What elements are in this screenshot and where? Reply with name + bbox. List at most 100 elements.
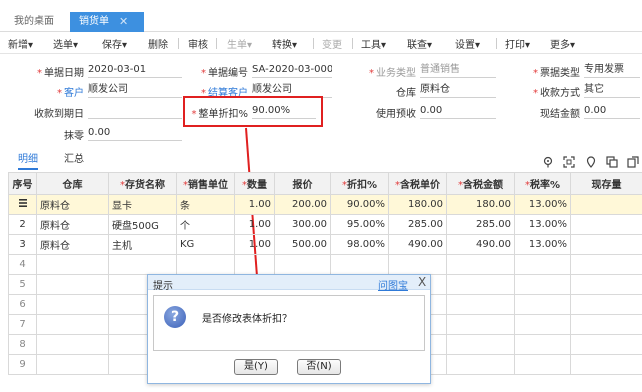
row-no-cell[interactable]: 7 bbox=[8, 314, 37, 335]
cell-stock[interactable] bbox=[570, 234, 642, 255]
cell-stock[interactable] bbox=[570, 194, 642, 215]
cell-qty[interactable]: 1.00 bbox=[234, 214, 275, 235]
cell-discount[interactable]: 98.00% bbox=[330, 234, 389, 255]
col-header-item[interactable]: *存货名称 bbox=[108, 172, 177, 195]
row-no-cell[interactable]: 6 bbox=[8, 294, 37, 315]
col-header-price[interactable]: 报价 bbox=[274, 172, 331, 195]
cell-item[interactable]: 主机 bbox=[108, 234, 177, 255]
table-row[interactable]: 2 原料仓 硬盘500G 个 1.00 300.00 95.00% 285.00… bbox=[8, 214, 642, 235]
empty-cell[interactable] bbox=[388, 254, 447, 275]
cell-price[interactable]: 300.00 bbox=[274, 214, 331, 235]
cell-stock[interactable] bbox=[570, 214, 642, 235]
cell-item[interactable]: 硬盘500G bbox=[108, 214, 177, 235]
empty-cell[interactable] bbox=[514, 274, 571, 295]
cell-tax-amount[interactable]: 180.00 bbox=[446, 194, 515, 215]
empty-cell[interactable] bbox=[446, 254, 515, 275]
row-no-cell[interactable]: 2 bbox=[8, 214, 37, 235]
empty-cell[interactable] bbox=[108, 254, 177, 275]
empty-cell[interactable] bbox=[36, 354, 109, 375]
empty-cell[interactable] bbox=[514, 354, 571, 375]
no-button[interactable]: 否(N) bbox=[297, 359, 341, 375]
tab-summary[interactable]: 汇总 bbox=[64, 150, 84, 165]
cell-unit[interactable]: 条 bbox=[176, 194, 235, 215]
empty-cell[interactable] bbox=[514, 254, 571, 275]
cell-price[interactable]: 200.00 bbox=[274, 194, 331, 215]
cell-warehouse[interactable]: 原料仓 bbox=[36, 194, 109, 215]
row-no-cell[interactable] bbox=[8, 194, 37, 215]
empty-cell[interactable] bbox=[36, 314, 109, 335]
row-no-cell[interactable]: 5 bbox=[8, 274, 37, 295]
empty-cell[interactable] bbox=[234, 254, 275, 275]
confirm-dialog: 提示 问图宝 X ? 是否修改表体折扣？ 是(Y) 否(N) bbox=[147, 274, 431, 384]
table-row[interactable]: 3 原料仓 主机 KG 1.00 500.00 98.00% 490.00 49… bbox=[8, 234, 642, 255]
cell-price[interactable]: 500.00 bbox=[274, 234, 331, 255]
row-no-cell[interactable]: 8 bbox=[8, 334, 37, 355]
col-header-discount[interactable]: *折扣% bbox=[330, 172, 389, 195]
empty-cell[interactable] bbox=[570, 294, 642, 315]
empty-cell[interactable] bbox=[36, 254, 109, 275]
dialog-titlebar[interactable]: 提示 问图宝 X bbox=[148, 275, 430, 292]
empty-cell[interactable] bbox=[570, 314, 642, 335]
empty-cell[interactable] bbox=[446, 354, 515, 375]
cell-unit[interactable]: 个 bbox=[176, 214, 235, 235]
empty-cell[interactable] bbox=[176, 254, 235, 275]
empty-cell[interactable] bbox=[330, 254, 389, 275]
empty-cell[interactable] bbox=[446, 274, 515, 295]
row-no-cell[interactable]: 3 bbox=[8, 234, 37, 255]
cell-unit[interactable]: KG bbox=[176, 234, 235, 255]
cell-discount[interactable]: 90.00% bbox=[330, 194, 389, 215]
col-header-unit[interactable]: *销售单位 bbox=[176, 172, 235, 195]
col-header-qty[interactable]: *数量 bbox=[234, 172, 275, 195]
cell-tax-rate[interactable]: 13.00% bbox=[514, 234, 571, 255]
dialog-message: 是否修改表体折扣？ bbox=[202, 314, 292, 325]
cell-item[interactable]: 显卡 bbox=[108, 194, 177, 215]
table-row[interactable]: 原料仓 显卡 条 1.00 200.00 90.00% 180.00 180.0… bbox=[8, 194, 642, 215]
empty-cell[interactable] bbox=[514, 334, 571, 355]
pin-icon[interactable] bbox=[585, 156, 597, 168]
tab-detail[interactable]: 明细 bbox=[18, 150, 38, 170]
cell-tax-rate[interactable]: 13.00% bbox=[514, 214, 571, 235]
scan-icon[interactable] bbox=[563, 156, 575, 168]
cell-tax-amount[interactable]: 285.00 bbox=[446, 214, 515, 235]
copy-rows-icon[interactable] bbox=[606, 156, 618, 168]
cell-tax-rate[interactable]: 13.00% bbox=[514, 194, 571, 215]
empty-cell[interactable] bbox=[36, 334, 109, 355]
cell-discount[interactable]: 95.00% bbox=[330, 214, 389, 235]
yes-button[interactable]: 是(Y) bbox=[234, 359, 278, 375]
row-no-cell[interactable]: 4 bbox=[8, 254, 37, 275]
empty-cell[interactable] bbox=[36, 294, 109, 315]
empty-cell[interactable] bbox=[514, 294, 571, 315]
close-icon[interactable]: X bbox=[418, 275, 426, 289]
table-row[interactable]: 4 bbox=[8, 254, 642, 275]
cell-tax-price[interactable]: 490.00 bbox=[388, 234, 447, 255]
location-icon[interactable] bbox=[542, 156, 554, 168]
empty-cell[interactable] bbox=[36, 274, 109, 295]
col-header-tax-amount[interactable]: *含税金额 bbox=[446, 172, 515, 195]
empty-cell[interactable] bbox=[446, 314, 515, 335]
question-icon: ? bbox=[164, 306, 186, 328]
empty-cell[interactable] bbox=[570, 254, 642, 275]
cell-tax-price[interactable]: 180.00 bbox=[388, 194, 447, 215]
insert-rows-icon[interactable] bbox=[627, 156, 639, 168]
col-header-no[interactable]: 序号 bbox=[8, 172, 37, 195]
empty-cell[interactable] bbox=[446, 294, 515, 315]
col-header-tax-price[interactable]: *含税单价 bbox=[388, 172, 447, 195]
dialog-help-link[interactable]: 问图宝 bbox=[378, 277, 408, 292]
cell-tax-amount[interactable]: 490.00 bbox=[446, 234, 515, 255]
cell-warehouse[interactable]: 原料仓 bbox=[36, 214, 109, 235]
cell-tax-price[interactable]: 285.00 bbox=[388, 214, 447, 235]
cell-qty[interactable]: 1.00 bbox=[234, 234, 275, 255]
col-header-stock[interactable]: 现存量 bbox=[570, 172, 642, 195]
row-menu-icon[interactable] bbox=[18, 198, 28, 208]
empty-cell[interactable] bbox=[570, 334, 642, 355]
col-header-tax-rate[interactable]: *税率% bbox=[514, 172, 571, 195]
col-header-warehouse[interactable]: 仓库 bbox=[36, 172, 109, 195]
cell-warehouse[interactable]: 原料仓 bbox=[36, 234, 109, 255]
cell-qty[interactable]: 1.00 bbox=[234, 194, 275, 215]
empty-cell[interactable] bbox=[570, 354, 642, 375]
empty-cell[interactable] bbox=[274, 254, 331, 275]
empty-cell[interactable] bbox=[570, 274, 642, 295]
empty-cell[interactable] bbox=[446, 334, 515, 355]
empty-cell[interactable] bbox=[514, 314, 571, 335]
row-no-cell[interactable]: 9 bbox=[8, 354, 37, 375]
